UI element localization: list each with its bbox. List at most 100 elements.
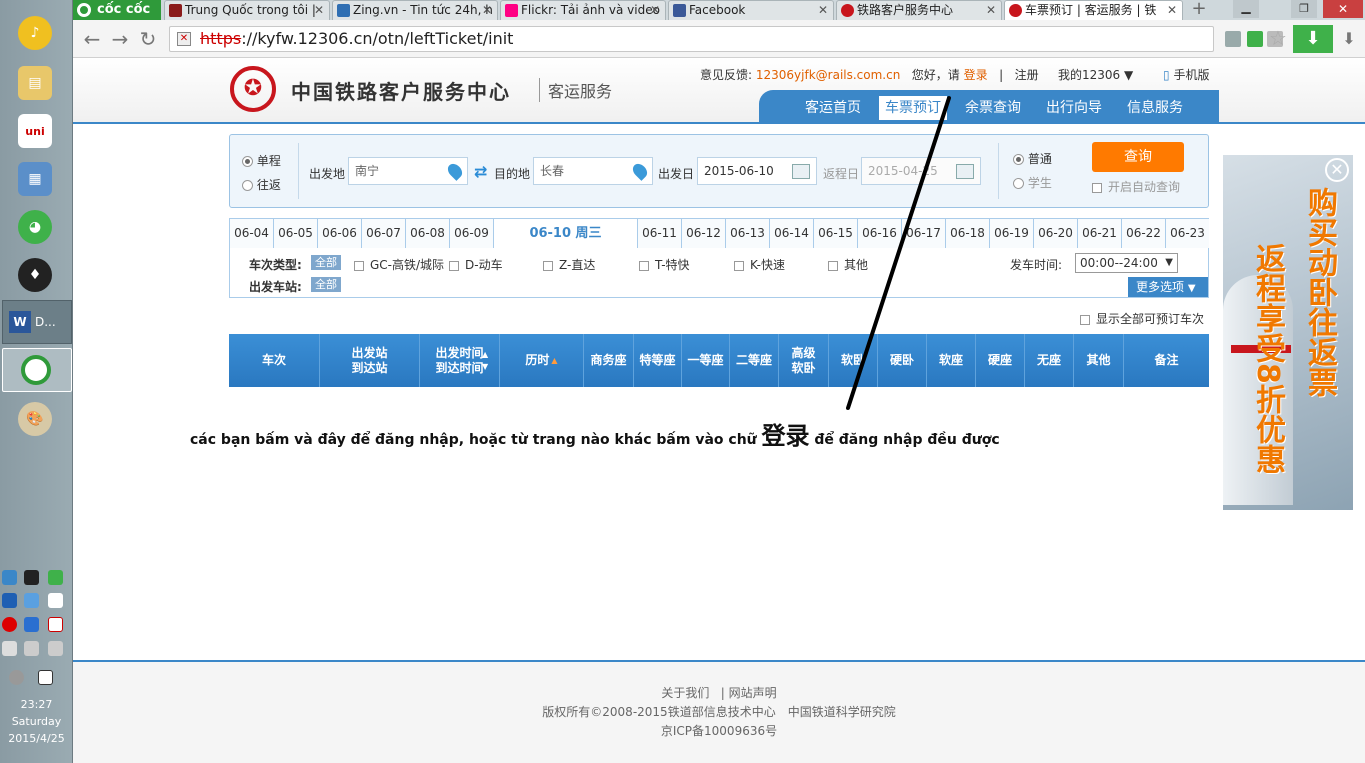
type-all-button[interactable]: 全部: [311, 255, 341, 270]
about-link[interactable]: 关于我们: [661, 686, 709, 700]
nav-travel-guide[interactable]: 出行向导: [1040, 96, 1108, 120]
close-tray-icon[interactable]: [9, 670, 24, 685]
beats-tray-icon[interactable]: [2, 617, 17, 632]
downloads-icon[interactable]: ⬇: [1339, 29, 1359, 49]
ad-banner[interactable]: 购买动卧往返票 返程享受8折优惠 ✕: [1223, 155, 1353, 510]
qq-icon[interactable]: ♦: [18, 258, 52, 292]
wechat-icon[interactable]: ◕: [18, 210, 52, 244]
nav-info-service[interactable]: 信息服务: [1121, 96, 1189, 120]
tab-facebook[interactable]: Facebook ✕: [668, 0, 834, 20]
oneway-radio[interactable]: 单程: [242, 152, 281, 169]
sort-arrows-icon[interactable]: ▲ ▼: [482, 349, 488, 373]
depart-date-input[interactable]: 2015-06-10: [697, 157, 817, 185]
nav-ticket-query[interactable]: 余票查询: [959, 96, 1027, 120]
auto-query-checkbox[interactable]: 开启自动查询: [1092, 178, 1180, 195]
from-station-input[interactable]: 南宁: [348, 157, 468, 185]
date-tab[interactable]: 06-17: [902, 219, 946, 248]
volume-tray-icon[interactable]: [48, 641, 63, 656]
file-explorer-icon[interactable]: ▤: [18, 66, 52, 100]
date-tab[interactable]: 06-15: [814, 219, 858, 248]
show-all-checkbox[interactable]: 显示全部可预订车次: [1080, 310, 1204, 327]
date-tab[interactable]: 06-11: [638, 219, 682, 248]
tab-zing[interactable]: Zing.vn - Tin tức 24h, h ✕: [332, 0, 498, 20]
type-z-checkbox[interactable]: Z-直达: [543, 256, 595, 273]
date-tab[interactable]: 06-20: [1034, 219, 1078, 248]
date-tab[interactable]: 06-23: [1166, 219, 1209, 248]
tab-trung-quoc[interactable]: Trung Quốc trong tôi | ✕: [164, 0, 330, 20]
system-clock[interactable]: 23:27 Saturday 2015/4/25: [0, 696, 73, 747]
date-tab[interactable]: 06-09: [450, 219, 494, 248]
calendar-icon[interactable]: [956, 164, 974, 179]
bookmark-star-icon[interactable]: ☆: [1269, 27, 1289, 49]
taskbar-coccoc-button[interactable]: [2, 348, 72, 392]
snowflake-tray-icon[interactable]: [24, 617, 39, 632]
close-icon[interactable]: ✕: [986, 1, 996, 20]
date-tab[interactable]: 06-05: [274, 219, 318, 248]
date-tab[interactable]: 06-06: [318, 219, 362, 248]
date-tab[interactable]: 06-12: [682, 219, 726, 248]
date-tab[interactable]: 06-07: [362, 219, 406, 248]
statement-link[interactable]: 网站声明: [729, 686, 777, 700]
railway-logo-icon[interactable]: ✪: [230, 66, 276, 112]
close-icon[interactable]: ✕: [818, 1, 828, 20]
feedback-email-link[interactable]: 12306yjfk@rails.com.cn: [756, 68, 900, 82]
type-k-checkbox[interactable]: K-快速: [734, 256, 785, 273]
col-stations[interactable]: 出发站 到达站: [320, 334, 420, 387]
my12306-menu[interactable]: 我的12306 ▼: [1058, 66, 1133, 83]
reload-button[interactable]: ↻: [135, 26, 161, 52]
tab-ticket-booking[interactable]: 车票预订 | 客运服务 | 铁 ✕: [1004, 0, 1183, 20]
type-other-checkbox[interactable]: 其他: [828, 256, 868, 273]
forward-button[interactable]: →: [107, 26, 133, 52]
close-icon[interactable]: ✕: [482, 1, 492, 20]
unikey-icon[interactable]: uni: [18, 114, 52, 148]
new-tab-button[interactable]: +: [1187, 0, 1211, 20]
network-tray-icon[interactable]: [24, 593, 39, 608]
address-bar[interactable]: ✕ https://kyfw.12306.cn/otn/leftTicket/i…: [169, 26, 1214, 52]
roundtrip-radio[interactable]: 往返: [242, 176, 281, 193]
tab-flickr[interactable]: Flickr: Tải ảnh và video ✕: [500, 0, 666, 20]
v-tray-icon[interactable]: [48, 617, 63, 632]
browser-menu-button[interactable]: cốc cốc: [73, 0, 161, 20]
maximize-button[interactable]: ❐: [1291, 0, 1317, 18]
paint-icon[interactable]: 🎨: [18, 402, 52, 436]
date-tab[interactable]: 06-08: [406, 219, 450, 248]
check-tray-icon[interactable]: [48, 570, 63, 585]
close-window-button[interactable]: ✕: [1323, 0, 1363, 18]
calendar-icon[interactable]: [792, 164, 810, 179]
date-tab[interactable]: 06-21: [1078, 219, 1122, 248]
minimize-button[interactable]: ▁: [1233, 0, 1259, 18]
date-tab-selected[interactable]: 06-10 周三: [494, 219, 638, 248]
query-button[interactable]: 查询: [1092, 142, 1184, 172]
normal-ticket-radio[interactable]: 普通: [1013, 150, 1052, 167]
type-d-checkbox[interactable]: D-动车: [449, 256, 503, 273]
date-tab[interactable]: 06-13: [726, 219, 770, 248]
flag-tray-icon[interactable]: [48, 593, 63, 608]
qq-tray-icon[interactable]: [24, 570, 39, 585]
type-t-checkbox[interactable]: T-特快: [639, 256, 690, 273]
battery-tray-icon[interactable]: [2, 641, 17, 656]
bluetooth-tray-icon[interactable]: [2, 593, 17, 608]
more-options-button[interactable]: 更多选项 ▼: [1128, 277, 1208, 297]
m-tray-icon[interactable]: [38, 670, 53, 685]
nav-home[interactable]: 客运首页: [799, 96, 867, 120]
taskbar-word-button[interactable]: W D...: [2, 300, 72, 344]
download-button[interactable]: ⬇: [1293, 25, 1333, 53]
date-tab[interactable]: 06-18: [946, 219, 990, 248]
monitor-tray-icon[interactable]: [2, 570, 17, 585]
date-tab[interactable]: 06-16: [858, 219, 902, 248]
tab-12306-home[interactable]: 铁路客户服务中心 ✕: [836, 0, 1002, 20]
swap-stations-icon[interactable]: ⇄: [474, 162, 487, 181]
close-icon[interactable]: ✕: [650, 1, 660, 20]
depart-time-select[interactable]: 00:00--24:00 ▼: [1075, 253, 1178, 273]
translate-icon[interactable]: [1225, 31, 1241, 47]
station-all-button[interactable]: 全部: [311, 277, 341, 292]
date-tab[interactable]: 06-22: [1122, 219, 1166, 248]
close-icon[interactable]: ✕: [1325, 158, 1349, 182]
date-tab[interactable]: 06-04: [230, 219, 274, 248]
col-duration[interactable]: 历时 ▲: [500, 334, 584, 387]
student-ticket-radio[interactable]: 学生: [1013, 174, 1052, 191]
insecure-lock-icon[interactable]: ✕: [177, 32, 191, 46]
col-train-no[interactable]: 车次: [229, 334, 320, 387]
register-link[interactable]: 注册: [1015, 68, 1039, 82]
nav-ticket-booking[interactable]: 车票预订: [879, 96, 947, 120]
